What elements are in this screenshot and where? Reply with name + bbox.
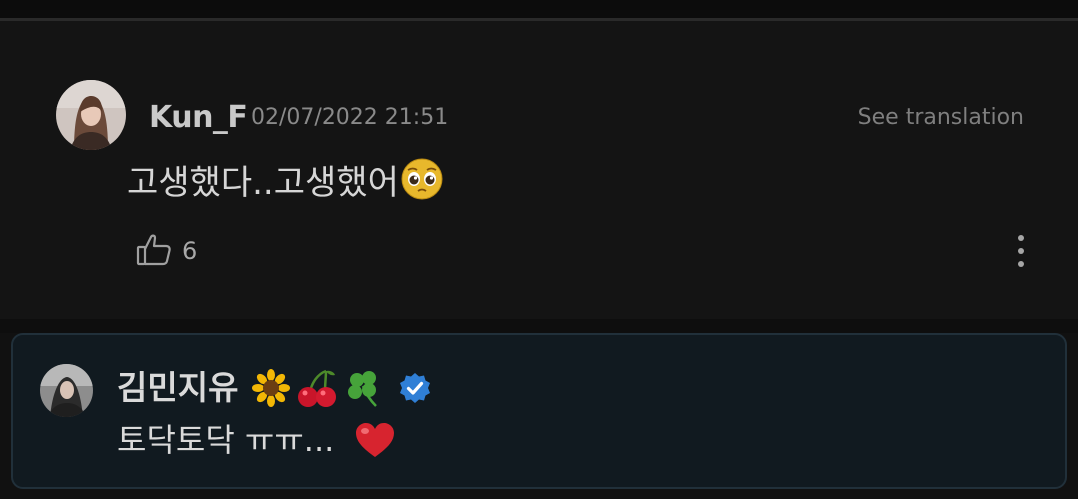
cherries-icon bbox=[296, 368, 338, 412]
comment-author[interactable]: Kun_F bbox=[149, 100, 248, 136]
reply-text: 토닥토닥 ㅠㅠ... bbox=[117, 421, 335, 459]
reply-avatar[interactable] bbox=[40, 364, 93, 417]
comment-text: 고생했다..고생했어 bbox=[127, 163, 399, 203]
more-options-button[interactable] bbox=[1008, 232, 1034, 270]
reply-author[interactable]: 김민지유 bbox=[117, 366, 238, 410]
reply-author-emojis bbox=[252, 368, 432, 412]
comment-thread: Kun_F 02/07/2022 21:51 See translation 고… bbox=[0, 0, 1078, 499]
like-count: 6 bbox=[182, 237, 198, 265]
more-vertical-icon bbox=[1008, 235, 1034, 274]
comment-body: 고생했다..고생했어 bbox=[127, 158, 443, 211]
section-gap bbox=[0, 319, 1078, 333]
verified-badge-icon bbox=[398, 371, 432, 409]
comment-timestamp: 02/07/2022 21:51 bbox=[251, 105, 449, 130]
thumbs-up-icon bbox=[134, 234, 174, 274]
sunflower-icon bbox=[252, 369, 290, 411]
pleading-face-icon bbox=[401, 158, 443, 211]
top-strip bbox=[0, 0, 1078, 18]
avatar[interactable] bbox=[56, 80, 126, 150]
red-heart-icon bbox=[354, 421, 396, 459]
four-leaf-clover-icon bbox=[344, 368, 384, 412]
see-translation-link[interactable]: See translation bbox=[858, 104, 1024, 132]
like-button[interactable] bbox=[134, 230, 174, 270]
reply-card[interactable] bbox=[11, 333, 1067, 489]
